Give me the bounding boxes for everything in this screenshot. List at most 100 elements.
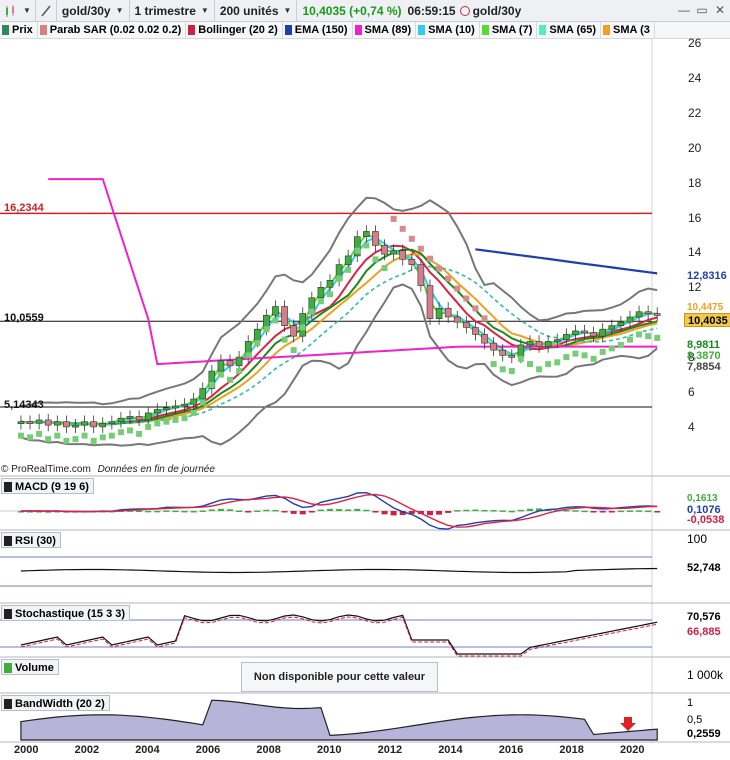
bandwidth-panel-label[interactable]: BandWidth (20 2) <box>1 695 110 711</box>
sar-dot <box>390 215 397 222</box>
macd-histogram-bar <box>381 511 388 515</box>
sar-dot <box>581 352 588 359</box>
macd-histogram-bar <box>236 510 243 513</box>
sar-dot <box>354 247 361 254</box>
bandwidth-value-1: 1 <box>687 697 694 709</box>
candle-body <box>226 360 234 367</box>
candle-body <box>35 419 43 424</box>
macd-histogram-bar <box>581 510 588 513</box>
sar-dot <box>254 340 261 347</box>
macd-histogram-bar <box>526 508 533 511</box>
candle-body <box>399 250 407 260</box>
macd-histogram-bar <box>590 511 597 513</box>
macd-histogram-bar <box>154 510 161 513</box>
sar-dot <box>463 295 470 302</box>
macd-histogram-bar <box>608 511 615 513</box>
year-label: 2016 <box>498 744 524 756</box>
sar-dot <box>426 255 433 262</box>
sar-dot <box>563 354 570 361</box>
candle-body <box>144 412 152 421</box>
year-label: 2004 <box>135 744 160 756</box>
macd-histogram-bar <box>599 511 606 513</box>
macd-histogram-bar <box>345 509 352 511</box>
price-tick-label: 14 <box>688 245 702 260</box>
macd-histogram-bar <box>199 510 206 512</box>
candle-body <box>626 316 634 323</box>
candle-body <box>408 259 416 265</box>
candle-body <box>135 416 143 421</box>
sar-dot <box>490 361 497 368</box>
macd-histogram-bar <box>145 510 152 513</box>
sar-dot <box>81 432 88 439</box>
stoch-panel-label[interactable]: Stochastique (15 3 3) <box>1 605 131 621</box>
macd-histogram-bar <box>445 511 452 513</box>
price-tick-label: 20 <box>688 140 702 155</box>
macd-swatch <box>4 481 12 492</box>
stoch-d-line <box>20 616 658 657</box>
candle-body <box>363 231 370 237</box>
sar-dot <box>417 245 424 252</box>
sar-dot <box>145 423 152 430</box>
macd-value-3: -0,0538 <box>687 514 725 526</box>
candle-body <box>617 321 625 326</box>
sar-dot <box>199 399 206 406</box>
macd-histogram-bar <box>572 510 579 512</box>
sar-dot <box>45 436 52 443</box>
bandwidth-value-2: 0,5 <box>687 714 703 726</box>
price-panel-bg <box>0 39 652 476</box>
candle-body <box>653 313 661 316</box>
candle-body <box>163 407 170 411</box>
candle-body <box>381 245 388 255</box>
price-chart[interactable] <box>0 0 730 760</box>
macd-histogram-bar <box>308 511 315 513</box>
candle-body <box>508 355 516 358</box>
macd-label-text: MACD (9 19 6) <box>15 480 89 493</box>
sar-dot <box>590 355 597 362</box>
macd-histogram-bar <box>336 509 343 511</box>
sar-dot <box>154 420 161 427</box>
sar-dot <box>554 359 561 366</box>
rsi-panel-label[interactable]: RSI (30) <box>1 532 61 548</box>
candle-body <box>281 306 288 326</box>
sar-dot <box>217 371 224 378</box>
sar-dot <box>317 298 324 305</box>
sar-dot <box>408 235 415 242</box>
candle-body <box>81 421 88 426</box>
candle-body <box>599 328 607 337</box>
sar-dot <box>90 437 97 444</box>
sar-dot <box>281 336 288 343</box>
bandwidth-value-3: 0,2559 <box>687 728 721 740</box>
rsi-line <box>20 567 658 574</box>
macd-value-1: 0,1613 <box>687 493 718 504</box>
year-label: 2008 <box>256 744 281 756</box>
macd-histogram-bar <box>208 509 215 511</box>
volume-panel-label[interactable]: Volume <box>1 659 59 675</box>
macd-histogram-bar <box>190 510 197 513</box>
candle-body <box>581 330 588 334</box>
sar-dot <box>372 256 379 263</box>
sar-dot <box>17 432 24 439</box>
boll-low-price-label: 7,8854 <box>687 361 721 373</box>
candle-body <box>553 339 561 342</box>
sar-dot <box>481 315 488 322</box>
candle-body <box>63 421 70 428</box>
macd-histogram-bar <box>426 511 433 516</box>
macd-histogram-bar <box>163 510 170 512</box>
price-tick-label: 26 <box>688 36 702 50</box>
year-label: 2020 <box>620 744 645 756</box>
sar-dot <box>54 432 61 439</box>
eod-text: Données en fin de journée <box>97 464 215 475</box>
macd-histogram-bar <box>354 508 361 511</box>
candle-body <box>190 398 197 405</box>
candle-body <box>326 280 334 288</box>
ema150-price-label: 12,8316 <box>687 270 727 282</box>
macd-panel-label[interactable]: MACD (9 19 6) <box>1 478 94 494</box>
sar-dot <box>272 317 279 324</box>
candle-body <box>317 286 325 299</box>
hline-mid-label: 10,0559 <box>4 312 44 324</box>
sar-dot <box>27 434 34 441</box>
sar-dot <box>299 324 306 331</box>
candle-body <box>544 341 552 347</box>
macd-histogram-bar <box>245 511 252 513</box>
candle-body <box>390 250 397 255</box>
